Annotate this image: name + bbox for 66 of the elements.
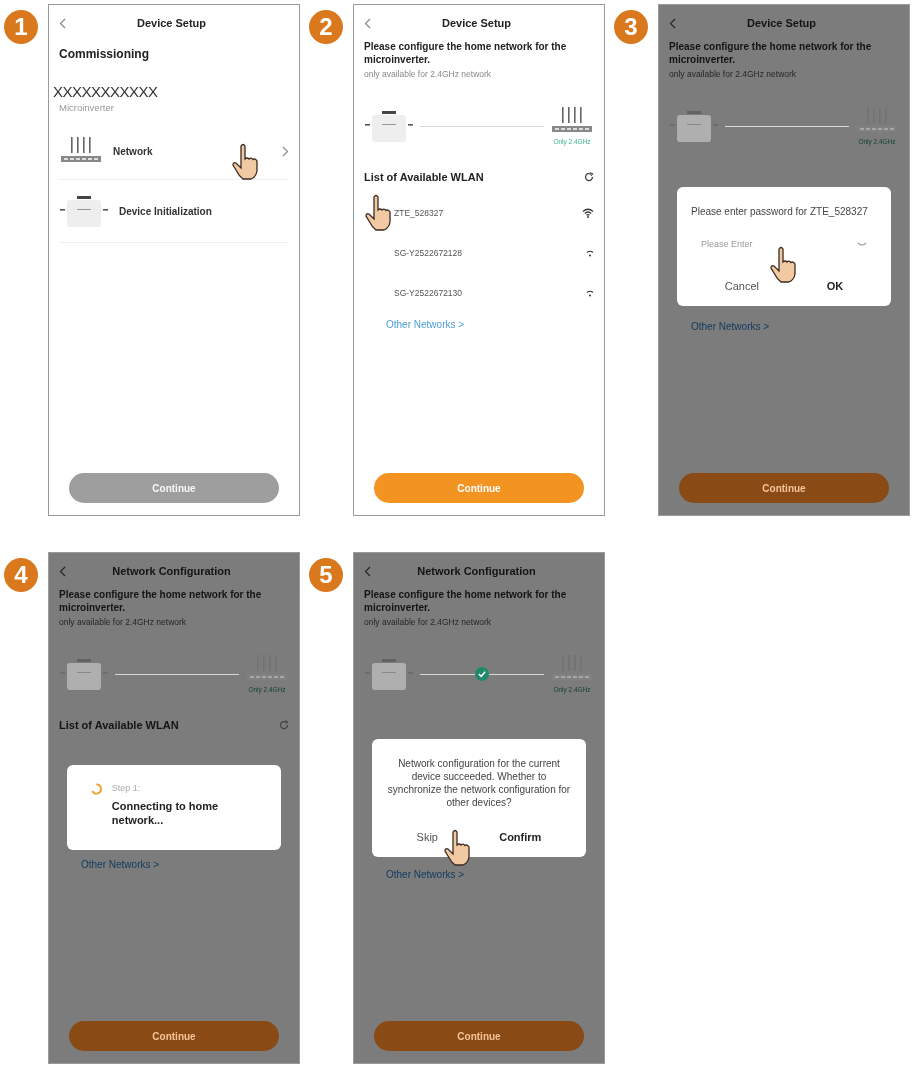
continue-button[interactable]: Continue (69, 1021, 279, 1051)
step-label: Step 1: (111, 783, 142, 793)
inverter-icon (59, 657, 109, 691)
continue-button[interactable]: Continue (679, 473, 889, 503)
note-text: only available for 2.4GHz network (364, 617, 493, 627)
dialog-button[interactable]: Confirm (489, 827, 552, 847)
wlan-list-heading: List of Available WLAN (364, 171, 484, 183)
screen-title: Network Configuration (416, 565, 537, 577)
screen-title: Device Setup (440, 17, 513, 29)
instruction-text: Please configure the home network for the microinverter. (364, 589, 568, 614)
section-heading: Commissioning (59, 47, 150, 61)
password-field[interactable]: Please Enter (701, 230, 867, 258)
inverter-icon (59, 194, 109, 228)
back-icon[interactable] (364, 565, 371, 577)
wifi-signal-icon (586, 289, 594, 297)
dialog-button[interactable]: OK (816, 276, 854, 296)
wifi-list-row[interactable]: ZTE_528327 (364, 193, 594, 233)
instruction-text: Please configure the home network for the microinverter. (669, 41, 873, 66)
inverter-icon (364, 657, 414, 691)
wifi-signal-icon (586, 249, 594, 257)
password-placeholder: Please Enter (701, 239, 753, 249)
back-icon[interactable] (364, 17, 371, 29)
note-text: only available for 2.4GHz network (669, 69, 798, 79)
other-networks-link[interactable]: Other Networks > (81, 859, 289, 870)
back-icon[interactable] (59, 17, 66, 29)
wlan-list-heading: List of Available WLAN (59, 719, 179, 731)
setup-item-label: Network (113, 145, 154, 157)
wifi-signal-icon (582, 208, 594, 218)
step-number: 5 (309, 558, 343, 592)
dialog-button[interactable]: Skip (406, 827, 448, 847)
instruction-text: Please configure the home network for the microinverter. (59, 589, 263, 614)
chevron-right-icon (282, 145, 289, 157)
step-number: 4 (4, 558, 38, 592)
continue-button[interactable]: Continue (374, 473, 584, 503)
network-name: ZTE_528327 (394, 208, 444, 218)
router-icon (59, 137, 103, 165)
inverter-icon (364, 109, 414, 143)
note-text: only available for 2.4GHz network (59, 617, 188, 627)
screen-title: Network Configuration (111, 565, 232, 577)
step-number: 1 (4, 10, 38, 44)
step-number: 2 (309, 10, 343, 44)
step-number: 3 (614, 10, 648, 44)
refresh-icon[interactable] (584, 172, 594, 182)
continue-button[interactable]: Continue (374, 1021, 584, 1051)
spinner-icon (91, 783, 102, 795)
other-networks-link[interactable]: Other Networks > (386, 869, 594, 880)
device-type: Microinverter (59, 102, 115, 113)
screen-title: Device Setup (135, 17, 208, 29)
dialog-message: Network configuration for the current device succeeded. Whether to synchronize the network configuration for other devices? (386, 757, 572, 809)
progress-message: Connecting to home network... (111, 799, 220, 828)
back-icon[interactable] (59, 565, 66, 577)
screen-title: Device Setup (745, 17, 818, 29)
network-name: SG-Y2522672128 (394, 248, 463, 258)
setup-item-label: Device Initialization (119, 205, 213, 217)
back-icon[interactable] (669, 17, 676, 29)
network-name: SG-Y2522672130 (394, 288, 463, 298)
note-text: only available for 2.4GHz network (364, 69, 493, 79)
device-serial: XXXXXXXXXXX (53, 83, 159, 100)
dialog-message: Please enter password for ZTE_528327 (691, 205, 869, 218)
other-networks-link[interactable]: Other Networks > (386, 319, 594, 330)
instruction-text: Please configure the home network for the microinverter. (364, 41, 568, 66)
continue-button[interactable]: Continue (69, 473, 279, 503)
router-icon (550, 107, 594, 135)
inverter-icon (669, 109, 719, 143)
dialog-button[interactable]: Cancel (714, 276, 770, 296)
other-networks-link[interactable]: Other Networks > (691, 321, 899, 332)
